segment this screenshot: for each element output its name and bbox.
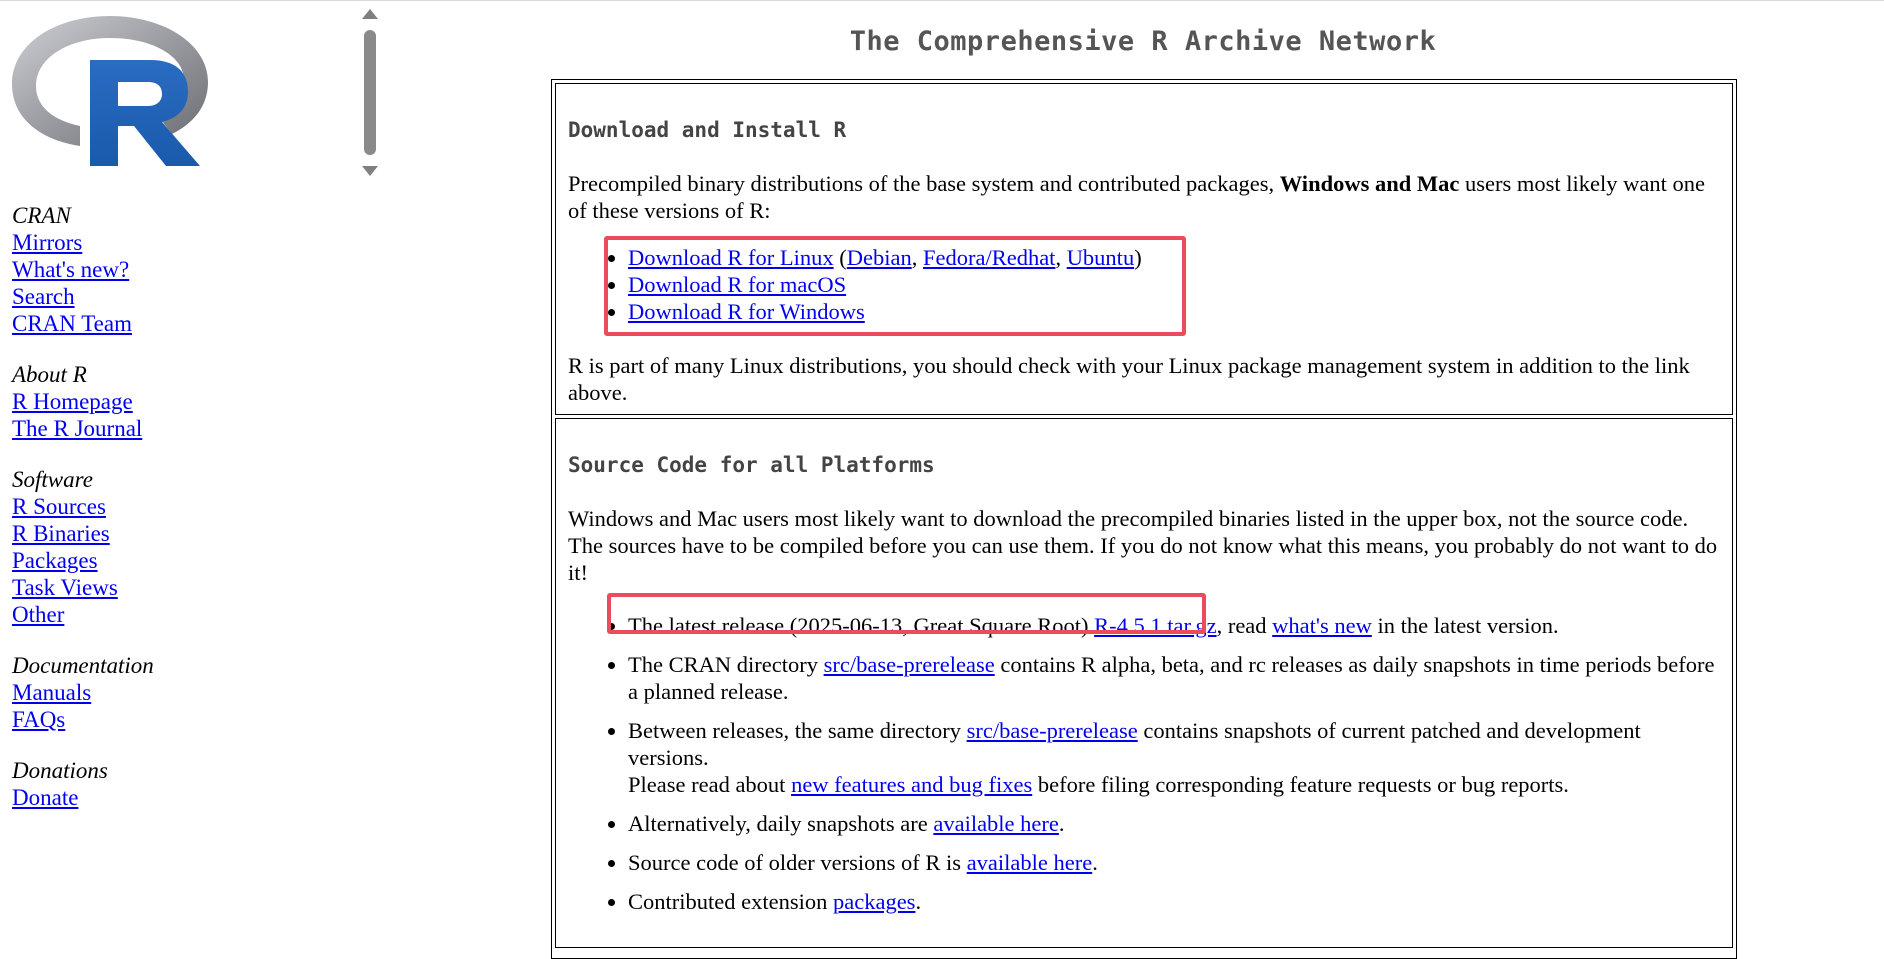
list-item: The CRAN directory src/base-prerelease c… xyxy=(628,651,1722,705)
nav-link-whats-new[interactable]: What's new? xyxy=(12,256,154,283)
item-text: , read xyxy=(1216,613,1273,638)
older-versions-link[interactable]: available here xyxy=(967,850,1093,875)
scroll-down-arrow-icon[interactable] xyxy=(362,166,378,176)
whats-new-link[interactable]: what's new xyxy=(1272,613,1372,638)
nav-link-faqs[interactable]: FAQs xyxy=(12,706,154,733)
nav-link-search[interactable]: Search xyxy=(12,283,154,310)
nav-link-packages[interactable]: Packages xyxy=(12,547,154,574)
download-links-highlight-box xyxy=(604,236,1186,336)
list-item: Contributed extension packages. xyxy=(628,888,1722,915)
item-text: Between releases, the same directory xyxy=(628,718,967,743)
sidebar-nav: CRAN Mirrors What's new? Search CRAN Tea… xyxy=(12,202,154,835)
source-intro-text: Windows and Mac users most likely want t… xyxy=(568,506,1718,585)
nav-section-title: Documentation xyxy=(12,653,154,678)
list-item: Between releases, the same directory src… xyxy=(628,717,1722,798)
content-table: Download and Install R Precompiled binar… xyxy=(551,79,1737,959)
intro-text-part: Precompiled binary distributions of the … xyxy=(568,171,1280,196)
nav-section-software: Software R Sources R Binaries Packages T… xyxy=(12,466,154,628)
item-text: The CRAN directory xyxy=(628,652,824,677)
nav-section-title: Software xyxy=(12,467,93,492)
nav-section-documentation: Documentation Manuals FAQs xyxy=(12,652,154,733)
item-text: Contributed extension xyxy=(628,889,833,914)
nav-section-title: Donations xyxy=(12,758,108,783)
download-install-heading: Download and Install R xyxy=(568,118,847,142)
base-prerelease-link-2[interactable]: src/base-prerelease xyxy=(967,718,1138,743)
nav-link-r-journal[interactable]: The R Journal xyxy=(12,415,154,442)
nav-link-r-binaries[interactable]: R Binaries xyxy=(12,520,154,547)
item-text: Source code of older versions of R is xyxy=(628,850,967,875)
nav-section-title: About R xyxy=(12,362,87,387)
daily-snapshots-link[interactable]: available here xyxy=(933,811,1059,836)
nav-link-manuals[interactable]: Manuals xyxy=(12,679,154,706)
item-text: Please read about xyxy=(628,772,792,797)
item-text: . xyxy=(1092,850,1098,875)
contributed-packages-link[interactable]: packages xyxy=(833,889,915,914)
nav-section-cran: CRAN Mirrors What's new? Search CRAN Tea… xyxy=(12,202,154,337)
base-prerelease-link[interactable]: src/base-prerelease xyxy=(824,652,995,677)
intro-bold-text: Windows and Mac xyxy=(1279,171,1460,196)
source-code-box: Source Code for all Platforms Windows an… xyxy=(555,418,1733,948)
download-intro-text: Precompiled binary distributions of the … xyxy=(568,170,1722,224)
item-text: . xyxy=(1058,811,1065,836)
nav-link-r-homepage[interactable]: R Homepage xyxy=(12,388,154,415)
nav-section-about-r: About R R Homepage The R Journal xyxy=(12,361,154,442)
item-text: Alternatively, daily snapshots are xyxy=(628,811,934,836)
nav-link-task-views[interactable]: Task Views xyxy=(12,574,154,601)
item-text: . xyxy=(915,889,922,914)
nav-section-title: CRAN xyxy=(12,203,71,228)
linux-distribution-note: R is part of many Linux distributions, y… xyxy=(568,353,1690,405)
scroll-up-arrow-icon[interactable] xyxy=(362,9,378,19)
nav-link-cran-team[interactable]: CRAN Team xyxy=(12,310,154,337)
left-nav-frame: CRAN Mirrors What's new? Search CRAN Tea… xyxy=(0,0,380,948)
new-features-bug-fixes-link[interactable]: new features and bug fixes xyxy=(791,772,1032,797)
nav-link-donate[interactable]: Donate xyxy=(12,784,154,811)
list-item: Alternatively, daily snapshots are avail… xyxy=(628,810,1722,837)
source-links-list: The latest release (2025-06-13, Great Sq… xyxy=(568,612,1722,927)
nav-link-mirrors[interactable]: Mirrors xyxy=(12,229,154,256)
latest-release-highlight-box xyxy=(607,593,1206,634)
nav-section-donations: Donations Donate xyxy=(12,757,154,811)
nav-link-r-sources[interactable]: R Sources xyxy=(12,493,154,520)
item-text: in the latest version. xyxy=(1371,613,1559,638)
source-code-heading: Source Code for all Platforms xyxy=(568,453,935,477)
list-item: Source code of older versions of R is av… xyxy=(628,849,1722,876)
item-text: before filing corresponding feature requ… xyxy=(1032,772,1569,797)
page-title: The Comprehensive R Archive Network xyxy=(849,26,1437,57)
nav-link-other[interactable]: Other xyxy=(12,601,154,628)
